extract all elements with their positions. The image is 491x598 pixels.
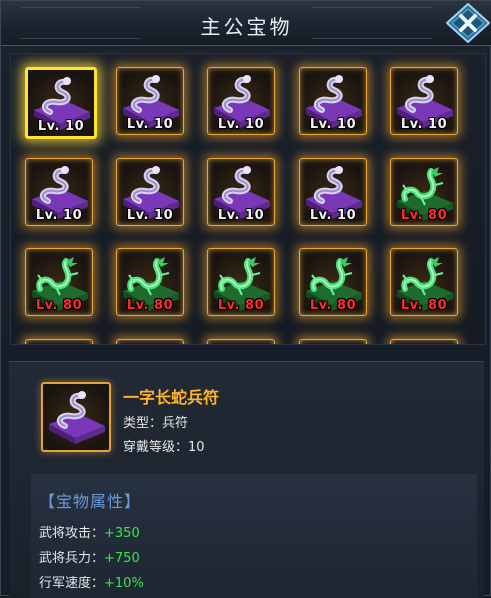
treasure-slot-partial[interactable]: [390, 339, 458, 344]
treasure-slot[interactable]: Lv. 10: [299, 67, 367, 135]
treasure-level-label: Lv. 10: [217, 117, 265, 132]
treasure-slot[interactable]: Lv. 80: [299, 248, 367, 316]
attribute-title: 【宝物属性】: [39, 492, 142, 511]
equip-level-value: 10: [188, 440, 205, 455]
treasure-slot[interactable]: Lv. 10: [116, 67, 184, 135]
treasure-level-label: Lv. 80: [309, 298, 357, 313]
detail-panel: 一字长蛇兵符 类型：兵符 穿戴等级：10 【宝物属性】 武将攻击：+350 武将…: [9, 361, 484, 598]
treasure-level-label: Lv. 80: [400, 298, 448, 313]
treasure-slot-partial[interactable]: [116, 339, 184, 344]
treasure-slot[interactable]: Lv. 10: [207, 158, 275, 226]
item-name: 一字长蛇兵符: [123, 388, 220, 407]
treasure-grid[interactable]: Lv. 10 Lv. 10 Lv. 10 Lv. 10 Lv. 10 Lv. 10 Lv. …: [10, 53, 486, 345]
treasure-slot[interactable]: Lv. 10: [25, 158, 93, 226]
close-icon: [445, 2, 491, 44]
attribute-value: +750: [104, 551, 140, 566]
attribute-label: 武将兵力：: [39, 551, 105, 566]
treasure-slot[interactable]: Lv. 10: [390, 67, 458, 135]
treasure-level-label: Lv. 10: [35, 208, 83, 223]
treasure-level-label: Lv. 10: [309, 117, 357, 132]
treasure-level-label: Lv. 10: [126, 208, 174, 223]
close-button[interactable]: [445, 2, 491, 44]
treasure-slot-partial[interactable]: [207, 339, 275, 344]
treasure-slot[interactable]: Lv. 80: [390, 158, 458, 226]
treasure-level-label: Lv. 80: [35, 298, 83, 313]
treasure-slot[interactable]: Lv. 80: [116, 248, 184, 316]
treasure-slot[interactable]: Lv. 80: [390, 248, 458, 316]
treasure-level-label: Lv. 10: [400, 117, 448, 132]
treasure-slot[interactable]: Lv. 10: [116, 158, 184, 226]
title-bar: 主公宝物: [1, 1, 491, 46]
item-equip-level-row: 穿戴等级：10: [123, 436, 205, 455]
treasure-level-label: Lv. 80: [400, 208, 448, 223]
attribute-row: 行军速度：+10%: [39, 572, 144, 591]
attribute-value: +350: [104, 526, 140, 541]
window-title: 主公宝物: [200, 15, 293, 39]
equip-level-label: 穿戴等级：: [123, 440, 189, 455]
attribute-label: 武将攻击：: [39, 526, 105, 541]
snake-treasure-icon: [49, 391, 105, 444]
attribute-row: 武将攻击：+350: [39, 522, 140, 541]
attribute-row: 武将兵力：+750: [39, 547, 140, 566]
item-type-value: 兵符: [162, 416, 189, 431]
treasure-level-label: Lv. 80: [217, 298, 265, 313]
treasure-level-label: Lv. 10: [126, 117, 174, 132]
treasure-slot[interactable]: Lv. 10: [25, 67, 97, 139]
attribute-box: 【宝物属性】 武将攻击：+350 武将兵力：+750 行军速度：+10%: [31, 474, 477, 598]
treasure-slot[interactable]: Lv. 10: [207, 67, 275, 135]
treasure-level-label: Lv. 10: [309, 208, 357, 223]
treasure-slot-partial[interactable]: [299, 339, 367, 344]
treasure-level-label: Lv. 10: [37, 119, 85, 134]
item-type-label: 类型：: [123, 416, 163, 431]
treasure-level-label: Lv. 80: [126, 298, 174, 313]
treasure-slot[interactable]: Lv. 80: [25, 248, 93, 316]
treasure-slot-partial[interactable]: [25, 339, 93, 344]
attribute-value: +10%: [104, 576, 144, 591]
treasure-slot[interactable]: Lv. 80: [207, 248, 275, 316]
treasure-panel: 主公宝物 Lv. 10 Lv. 10 Lv. 10 Lv. 10 Lv. 10 Lv. 1…: [0, 0, 491, 598]
selected-item-icon: [41, 382, 111, 452]
treasure-slot[interactable]: Lv. 10: [299, 158, 367, 226]
treasure-level-label: Lv. 10: [217, 208, 265, 223]
attribute-label: 行军速度：: [39, 576, 105, 591]
item-type-row: 类型：兵符: [123, 412, 188, 431]
